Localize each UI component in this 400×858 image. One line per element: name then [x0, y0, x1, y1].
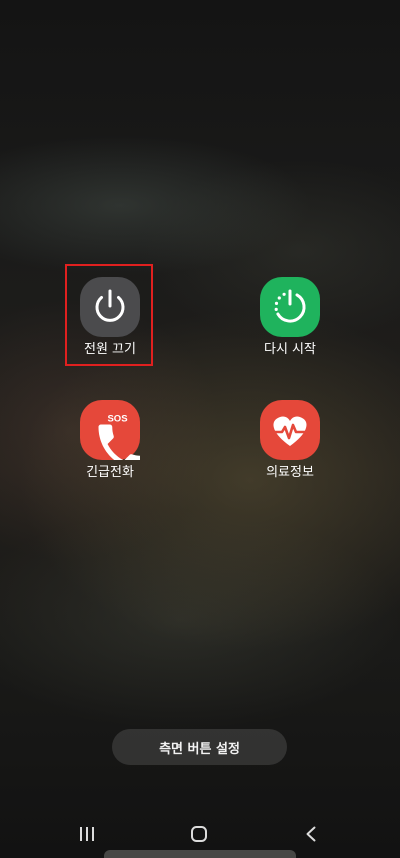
restart-tile[interactable] [260, 277, 320, 337]
restart-button[interactable]: 다시 시작 [230, 277, 350, 358]
side-button-settings-button[interactable]: 측면 버튼 설정 [112, 729, 287, 765]
power-off-label: 전원 끄기 [84, 342, 136, 357]
medical-info-label: 의료정보 [266, 465, 314, 480]
power-off-button[interactable]: 전원 끄기 [50, 277, 170, 358]
back-icon[interactable] [305, 826, 317, 842]
heart-pulse-icon [271, 416, 309, 446]
power-icon [95, 289, 125, 322]
emergency-call-button[interactable]: SOS 긴급전화 [50, 400, 170, 481]
recents-icon[interactable] [77, 826, 97, 842]
sos-badge: SOS [107, 414, 127, 425]
restart-icon [274, 289, 306, 323]
medical-info-button[interactable]: 의료정보 [230, 400, 350, 481]
power-off-tile[interactable] [80, 277, 140, 337]
sos-phone-icon: SOS [98, 414, 128, 447]
medical-info-tile[interactable] [260, 400, 320, 460]
restart-label: 다시 시작 [264, 342, 316, 357]
home-icon[interactable] [190, 825, 208, 843]
emergency-call-tile[interactable]: SOS [80, 400, 140, 460]
emergency-call-label: 긴급전화 [86, 465, 134, 480]
gesture-hint-bar [104, 850, 296, 858]
